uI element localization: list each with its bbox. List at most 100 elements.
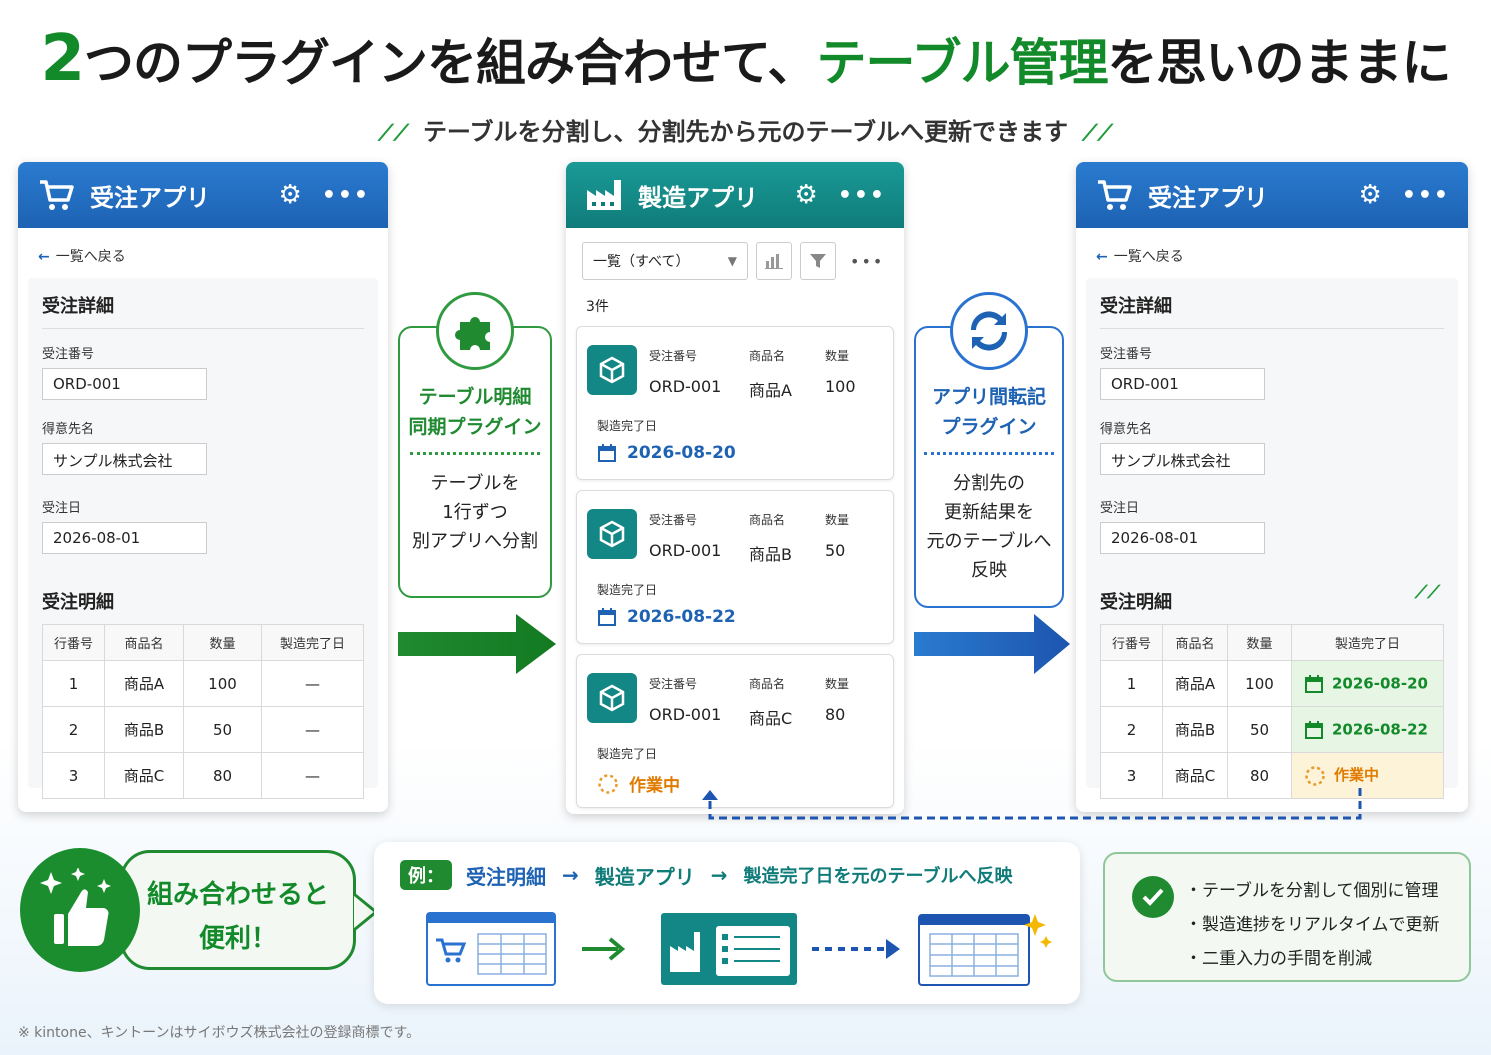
cell-value: 2026-08-20 xyxy=(1332,674,1428,692)
divider xyxy=(924,452,1054,455)
more-icon[interactable]: ••• xyxy=(850,252,884,271)
benefit-bubble: 組み合わせると 便利！ xyxy=(120,850,356,970)
cell: 1 xyxy=(42,660,105,707)
customer-field[interactable]: サンプル株式会社 xyxy=(42,443,207,475)
plugin-name-line: プラグイン xyxy=(941,416,1037,438)
gear-icon[interactable]: ⚙ xyxy=(795,180,818,210)
sync-plugin-box: テーブル明細 同期プラグイン テーブルを 1行ずつ 別アプリへ分割 xyxy=(398,292,552,598)
benefit-item: 製造進捗をリアルタイムで更新 xyxy=(1185,908,1469,942)
cell: 2 xyxy=(1100,706,1163,753)
more-icon[interactable]: ••• xyxy=(838,183,886,208)
order-detail-table: 行番号 商品名 数量 製造完了日 1 商品A 100 — 2 商品B 50 — … xyxy=(42,624,364,799)
col-header: 数量 xyxy=(183,624,262,661)
cell-value: 2026-08-22 xyxy=(1332,720,1428,738)
sparkle-left-icon: ⟋⟋ xyxy=(378,121,409,146)
headline-part1: つのプラグインを組み合わせて、 xyxy=(84,34,817,92)
transfer-plugin-box: アプリ間転記 プラグイン 分割先の 更新結果を 元のテーブルへ 反映 xyxy=(914,292,1064,608)
bubble-line: 組み合わせると xyxy=(146,880,329,910)
cell: 商品A xyxy=(1162,660,1228,707)
subheadline: ⟋⟋ テーブルを分割し、分割先から元のテーブルへ更新できます ⟋⟋ xyxy=(0,112,1491,147)
bubble-line: 便利！ xyxy=(198,924,277,954)
plugin-name-line: アプリ間転記 xyxy=(931,386,1046,408)
arrow-left-icon: ← xyxy=(1096,249,1108,265)
check-icon xyxy=(1132,876,1174,918)
record-card[interactable]: 受注番号 商品名 数量 ORD-001 商品C 80 製造完了日 作業中 xyxy=(576,654,894,808)
order-no-label: 受注番号 xyxy=(649,677,698,691)
table-row: 1 商品A 100 — xyxy=(42,660,364,707)
chart-button[interactable] xyxy=(756,242,792,280)
cell: 商品C xyxy=(104,752,184,799)
cell: 80 xyxy=(183,752,262,799)
more-icon[interactable]: ••• xyxy=(1402,183,1450,208)
dashed-return-arrow-icon xyxy=(702,788,1362,820)
table-row: 3 商品C 80 — xyxy=(42,752,364,799)
order-no-value: ORD-001 xyxy=(649,705,722,724)
back-link[interactable]: ← 一覧へ戻る xyxy=(38,246,388,266)
table-title: 受注明細 ⟋⟋ xyxy=(1100,582,1444,614)
plugin-name-line: テーブル明細 xyxy=(418,386,532,408)
order-no-label: 受注番号 xyxy=(649,513,698,527)
product-value: 商品C xyxy=(749,709,793,728)
cell: 商品A xyxy=(104,660,184,707)
benefit-item: テーブルを分割して個別に管理 xyxy=(1185,874,1469,908)
field-label: 得意先名 xyxy=(42,422,95,437)
desc-line: 別アプリへ分割 xyxy=(412,531,538,552)
done-date-value: 2026-08-20 xyxy=(627,443,736,463)
filter-icon xyxy=(810,254,826,268)
gear-icon[interactable]: ⚙ xyxy=(1359,180,1382,210)
order-date-field[interactable]: 2026-08-01 xyxy=(1100,522,1265,554)
col-header: 行番号 xyxy=(1100,624,1163,661)
app-title: 受注アプリ xyxy=(90,183,210,212)
updated-table-icon xyxy=(918,914,1052,986)
headline-part3: を思いのままに xyxy=(1107,34,1452,92)
gear-icon[interactable]: ⚙ xyxy=(279,180,302,210)
qty-label: 数量 xyxy=(825,349,850,363)
filter-button[interactable] xyxy=(800,242,836,280)
done-date-value: 2026-08-22 xyxy=(627,607,736,627)
cell: — xyxy=(261,752,364,799)
subheadline-text: テーブルを分割し、分割先から元のテーブルへ更新できます xyxy=(422,118,1069,146)
headline-number: 2 xyxy=(40,22,85,96)
arrow-right-icon xyxy=(582,937,626,961)
order-number-field[interactable]: ORD-001 xyxy=(42,368,207,400)
field-label: 受注日 xyxy=(42,501,82,516)
cell: 50 xyxy=(183,706,262,753)
desc-line: テーブルを xyxy=(430,473,520,494)
field-label: 受注番号 xyxy=(1100,347,1153,362)
headline-highlight: テーブル管理 xyxy=(816,34,1109,92)
example-panel: 例： 受注明細 → 製造アプリ → 製造完了日を元のテーブルへ反映 xyxy=(374,842,1080,1004)
more-icon[interactable]: ••• xyxy=(322,183,370,208)
app-title: 製造アプリ xyxy=(638,183,758,212)
order-no-value: ORD-001 xyxy=(649,377,722,396)
qty-label: 数量 xyxy=(825,677,850,691)
back-link[interactable]: ← 一覧へ戻る xyxy=(1096,246,1468,266)
table-title-text: 受注明細 xyxy=(1100,592,1172,613)
order-detail-table: 行番号 商品名 数量 製造完了日 1 商品A 100 2026-08-20 2 … xyxy=(1100,624,1444,799)
example-arrow: → xyxy=(562,863,579,887)
cell-done-date: 2026-08-22 xyxy=(1291,706,1444,753)
desc-line: 反映 xyxy=(971,560,1007,581)
manufacturing-app: 製造アプリ ⚙ ••• 一覧（すべて） ▼ ••• 3件 受注番号 商品名 数量… xyxy=(566,162,904,814)
back-link-label: 一覧へ戻る xyxy=(55,249,126,265)
sparkle-icon: ⟋⟋ xyxy=(1414,582,1440,603)
view-select[interactable]: 一覧（すべて） ▼ xyxy=(582,242,748,280)
desc-line: 元のテーブルへ xyxy=(926,531,1052,552)
arrow-left-icon: ← xyxy=(38,249,50,265)
record-card[interactable]: 受注番号 商品名 数量 ORD-001 商品A 100 製造完了日 2026-0… xyxy=(576,326,894,480)
product-value: 商品A xyxy=(749,381,792,400)
order-date-field[interactable]: 2026-08-01 xyxy=(42,522,207,554)
customer-field[interactable]: サンプル株式会社 xyxy=(1100,443,1265,475)
cell: 100 xyxy=(183,660,262,707)
benefits-list: テーブルを分割して個別に管理 製造進捗をリアルタイムで更新 二重入力の手間を削減 xyxy=(1185,874,1469,976)
desc-line: 分割先の xyxy=(953,473,1025,494)
puzzle-icon xyxy=(436,292,514,370)
cell-done-date: 2026-08-20 xyxy=(1291,660,1444,707)
table-row: 2 商品B 50 2026-08-22 xyxy=(1100,706,1444,753)
record-card[interactable]: 受注番号 商品名 数量 ORD-001 商品B 50 製造完了日 2026-08… xyxy=(576,490,894,644)
record-count: 3件 xyxy=(586,299,609,315)
table-row: 1 商品A 100 2026-08-20 xyxy=(1100,660,1444,707)
order-number-field[interactable]: ORD-001 xyxy=(1100,368,1265,400)
done-date-label: 製造完了日 xyxy=(597,583,658,597)
box-icon xyxy=(587,345,637,395)
col-header: 製造完了日 xyxy=(1291,624,1444,661)
